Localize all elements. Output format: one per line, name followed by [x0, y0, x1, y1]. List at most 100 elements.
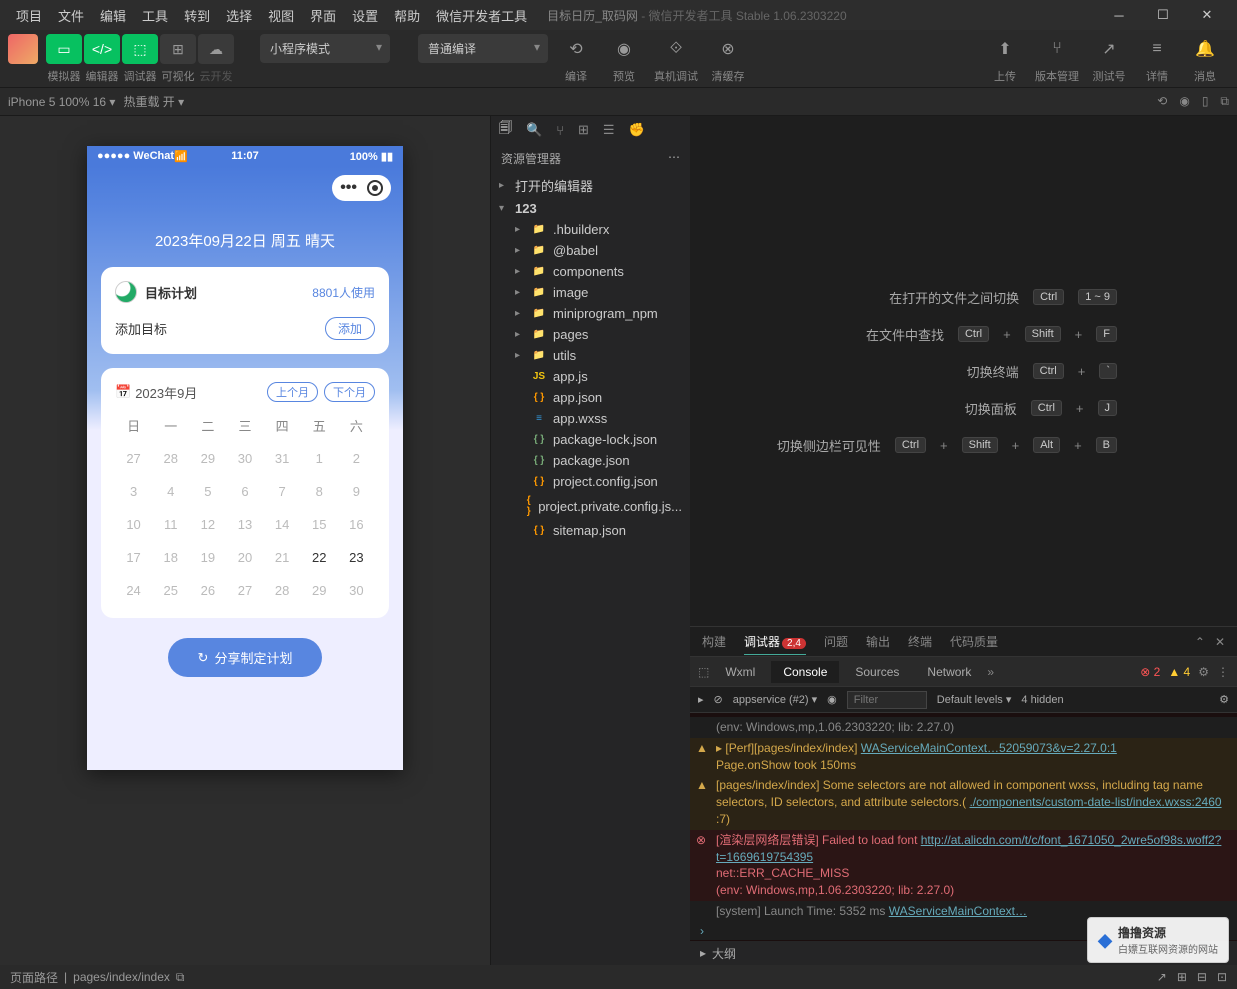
panel-tab[interactable]: 问题: [824, 629, 848, 654]
page-path[interactable]: pages/index/index: [73, 970, 170, 984]
clear-console-icon[interactable]: ⊘: [714, 693, 723, 706]
tree-item[interactable]: { }project.config.json: [491, 471, 690, 492]
simulator-button[interactable]: ▭: [46, 34, 82, 64]
status-icon-2[interactable]: ⊞: [1177, 970, 1187, 984]
tree-item[interactable]: ▸📁utils: [491, 345, 690, 366]
tree-item[interactable]: { }app.json: [491, 387, 690, 408]
error-count[interactable]: ⊗ 2: [1140, 665, 1160, 679]
status-icon-1[interactable]: ↗: [1157, 970, 1167, 984]
menu-设置[interactable]: 设置: [344, 2, 386, 29]
tree-item[interactable]: { }package-lock.json: [491, 429, 690, 450]
close-button[interactable]: ✕: [1193, 5, 1221, 25]
hidden-count[interactable]: 4 hidden: [1021, 694, 1063, 706]
minimize-button[interactable]: ─: [1105, 5, 1133, 25]
calendar-day[interactable]: 4: [152, 478, 189, 505]
editor-button[interactable]: </>: [84, 34, 120, 64]
branch-tab-icon[interactable]: ⑂: [556, 123, 564, 138]
cloud-button[interactable]: ☁: [198, 34, 234, 64]
tree-item[interactable]: { }package.json: [491, 450, 690, 471]
menu-文件[interactable]: 文件: [50, 2, 92, 29]
tree-item[interactable]: JSapp.js: [491, 366, 690, 387]
ext-tab-icon[interactable]: ⊞: [578, 122, 589, 138]
search-tab-icon[interactable]: 🔍: [526, 122, 542, 138]
levels-select[interactable]: Default levels ▾: [937, 693, 1012, 706]
menu-工具[interactable]: 工具: [134, 2, 176, 29]
calendar-day[interactable]: 6: [226, 478, 263, 505]
close-icon[interactable]: [367, 180, 383, 196]
panel-up-icon[interactable]: ⌃: [1195, 635, 1205, 649]
calendar-day[interactable]: 11: [152, 511, 189, 538]
detail-button[interactable]: ≡: [1139, 34, 1175, 64]
panel-tab[interactable]: 调试器2,4: [744, 629, 806, 655]
menu-视图[interactable]: 视图: [260, 2, 302, 29]
tree-item[interactable]: { }sitemap.json: [491, 520, 690, 541]
test-button[interactable]: ↗: [1091, 34, 1127, 64]
calendar-day[interactable]: 28: [264, 577, 301, 604]
compile-select[interactable]: 普通编译: [418, 34, 548, 63]
calendar-day[interactable]: 3: [115, 478, 152, 505]
calendar-day[interactable]: 18: [152, 544, 189, 571]
avatar[interactable]: [8, 34, 38, 64]
tree-item[interactable]: ▸📁@babel: [491, 240, 690, 261]
calendar-day[interactable]: 27: [115, 445, 152, 472]
hotreload-select[interactable]: 热重载 开 ▾: [123, 93, 184, 110]
calendar-day[interactable]: 9: [338, 478, 375, 505]
tree-item[interactable]: { }project.private.config.js...: [491, 492, 690, 520]
popout-icon[interactable]: ⧉: [1220, 94, 1229, 109]
calendar-day[interactable]: 29: [189, 445, 226, 472]
calendar-day[interactable]: 20: [226, 544, 263, 571]
calendar-day[interactable]: 13: [226, 511, 263, 538]
settings-icon[interactable]: ⚙: [1198, 665, 1209, 679]
preview-button[interactable]: ◉: [606, 34, 642, 64]
calendar-day[interactable]: 14: [264, 511, 301, 538]
explorer-more-icon[interactable]: ⋯: [668, 150, 680, 167]
menu-选择[interactable]: 选择: [218, 2, 260, 29]
calendar-day[interactable]: 26: [189, 577, 226, 604]
calendar-day[interactable]: 31: [264, 445, 301, 472]
calendar-day[interactable]: 19: [189, 544, 226, 571]
calendar-day[interactable]: 5: [189, 478, 226, 505]
more-tabs-icon[interactable]: »: [987, 665, 994, 679]
refresh-icon[interactable]: ⟲: [1157, 94, 1167, 109]
calendar-day[interactable]: 17: [115, 544, 152, 571]
panel-tab[interactable]: 代码质量: [950, 629, 998, 654]
message-button[interactable]: 🔔: [1187, 34, 1223, 64]
calendar-day[interactable]: 25: [152, 577, 189, 604]
filter-input[interactable]: [847, 691, 927, 709]
panel-tab[interactable]: 构建: [702, 629, 726, 654]
add-button[interactable]: 添加: [325, 317, 375, 340]
menu-帮助[interactable]: 帮助: [386, 2, 428, 29]
clear-cache-button[interactable]: ⊗: [710, 34, 746, 64]
panel-tab[interactable]: 输出: [866, 629, 890, 654]
menu-编辑[interactable]: 编辑: [92, 2, 134, 29]
tree-item[interactable]: ▸📁pages: [491, 324, 690, 345]
menu-微信开发者工具[interactable]: 微信开发者工具: [428, 2, 535, 29]
network-tab[interactable]: Network: [915, 661, 983, 683]
maximize-button[interactable]: ☐: [1149, 5, 1177, 25]
inspect-icon[interactable]: ⬚: [698, 665, 709, 679]
calendar-day[interactable]: 16: [338, 511, 375, 538]
dots-icon[interactable]: ⋮: [1217, 665, 1229, 679]
visual-button[interactable]: ⊞: [160, 34, 196, 64]
status-icon-3[interactable]: ⊟: [1197, 970, 1207, 984]
eye-icon[interactable]: ◉: [827, 693, 837, 706]
calendar-day[interactable]: 28: [152, 445, 189, 472]
compile-button[interactable]: ⟲: [558, 34, 594, 64]
calendar-day[interactable]: 24: [115, 577, 152, 604]
console-toggle-icon[interactable]: ▸: [698, 693, 704, 706]
version-button[interactable]: ⑂: [1039, 34, 1075, 64]
plugin-tab-icon[interactable]: ✊: [629, 122, 645, 138]
files-tab-icon[interactable]: 🗐: [499, 119, 512, 141]
record-icon[interactable]: ◉: [1179, 94, 1189, 109]
sources-tab[interactable]: Sources: [843, 661, 911, 683]
calendar-day[interactable]: 7: [264, 478, 301, 505]
wxml-tab[interactable]: Wxml: [713, 661, 767, 683]
tree-item[interactable]: ≡app.wxss: [491, 408, 690, 429]
context-select[interactable]: appservice (#2) ▾: [733, 693, 817, 706]
prev-month-button[interactable]: 上个月: [267, 382, 318, 402]
device-select[interactable]: iPhone 5 100% 16 ▾: [8, 95, 115, 109]
tree-item[interactable]: ▸📁miniprogram_npm: [491, 303, 690, 324]
panel-close-icon[interactable]: ✕: [1215, 635, 1225, 649]
calendar-day[interactable]: 27: [226, 577, 263, 604]
calendar-day[interactable]: 8: [301, 478, 338, 505]
